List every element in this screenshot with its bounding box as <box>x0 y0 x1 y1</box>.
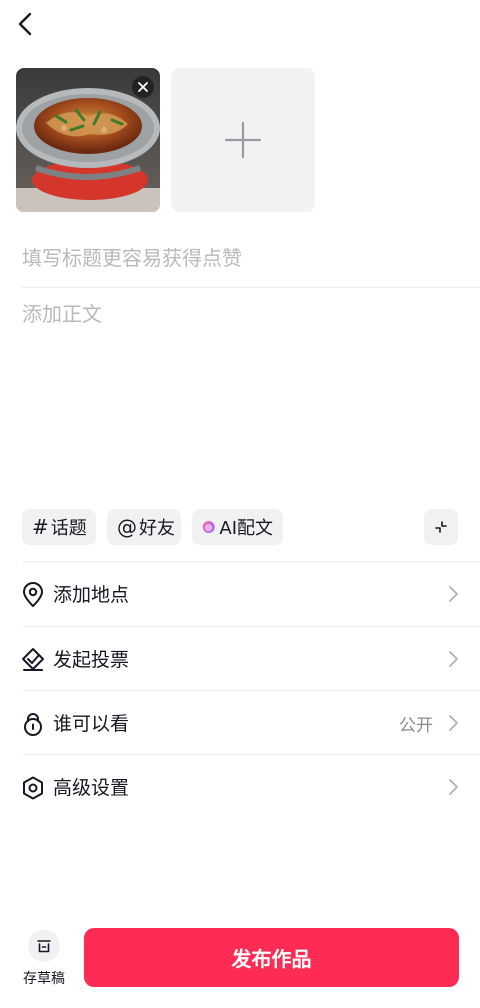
chevron-left-icon <box>18 12 32 36</box>
photo-thumbnail[interactable] <box>16 68 160 212</box>
ai-caption-chip[interactable]: AI配文 <box>192 509 283 545</box>
remove-photo-button[interactable] <box>132 76 154 98</box>
option-label: 高级设置 <box>53 777 130 799</box>
save-draft-button[interactable]: 存草稿 <box>18 928 70 992</box>
chevron-right-icon <box>449 715 458 731</box>
lock-icon <box>24 713 42 736</box>
ai-chip-label: AI配文 <box>219 518 273 539</box>
back-button[interactable] <box>10 8 42 40</box>
chevron-right-icon <box>449 651 458 667</box>
body-input[interactable] <box>22 298 452 488</box>
settings-icon <box>23 776 43 800</box>
option-row-advanced[interactable]: 高级设置 <box>0 755 480 819</box>
location-pin-icon <box>23 582 43 607</box>
collapse-icon <box>435 521 447 533</box>
title-input[interactable] <box>22 240 452 276</box>
option-row-location[interactable]: 添加地点 <box>0 562 480 626</box>
at-icon: @ <box>117 515 137 539</box>
option-label: 添加地点 <box>53 584 130 606</box>
topic-chip[interactable]: # 话题 <box>22 509 96 545</box>
collapse-button[interactable] <box>424 509 458 545</box>
draft-label: 存草稿 <box>23 971 65 987</box>
friend-chip-label: 好友 <box>139 518 175 539</box>
option-row-vote[interactable]: 发起投票 <box>0 627 480 691</box>
chevron-right-icon <box>449 586 458 602</box>
option-row-visibility[interactable]: 谁可以看 公开 <box>0 691 480 755</box>
vote-icon <box>22 648 44 671</box>
visibility-value: 公开 <box>399 716 433 736</box>
friend-chip[interactable]: @ 好友 <box>107 509 181 545</box>
ai-icon <box>202 521 215 533</box>
add-photo-button[interactable] <box>171 68 315 212</box>
publish-button[interactable]: 发布作品 <box>84 928 459 987</box>
plus-icon <box>224 121 262 159</box>
chevron-right-icon <box>449 779 458 795</box>
topic-chip-label: 话题 <box>50 518 87 539</box>
option-label: 谁可以看 <box>53 713 130 735</box>
title-divider <box>22 287 480 288</box>
hashtag-icon: # <box>32 515 49 539</box>
draft-icon-wrap <box>28 930 60 962</box>
archive-icon <box>37 940 51 953</box>
option-label: 发起投票 <box>53 649 130 671</box>
close-icon <box>138 82 148 92</box>
